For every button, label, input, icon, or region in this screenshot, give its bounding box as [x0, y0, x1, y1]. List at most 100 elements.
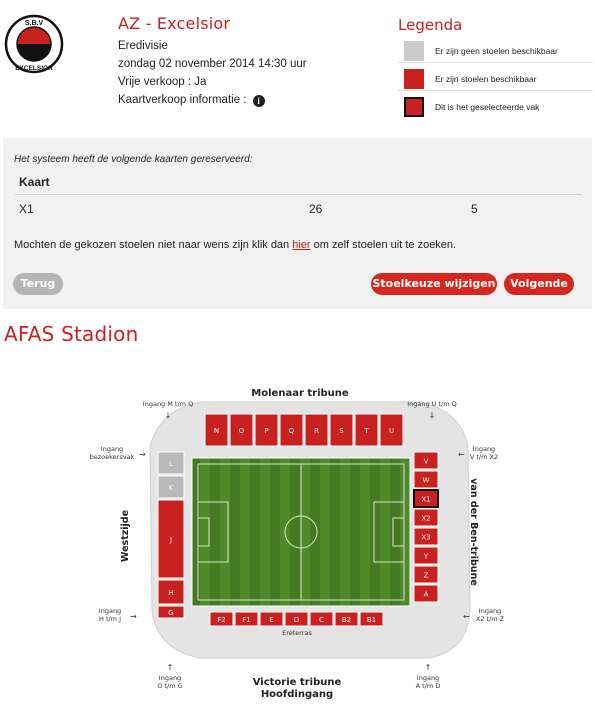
reservation-column-header: Kaart — [19, 175, 50, 189]
section-u[interactable]: U — [379, 413, 404, 447]
section-c[interactable]: C — [309, 611, 334, 627]
section-label: K — [169, 484, 174, 492]
reservation-intro: Het systeem heeft de volgende kaarten ge… — [14, 154, 253, 165]
section-label: U — [389, 427, 394, 435]
section-label: B2 — [342, 616, 351, 624]
match-title: AZ - Excelsior — [118, 14, 231, 33]
legend-item-unavailable: Er zijn geen stoelen beschikbaar — [398, 41, 593, 63]
section-l[interactable]: L — [157, 451, 185, 475]
section-y[interactable]: Y — [413, 546, 439, 565]
match-competition: Eredivisie — [118, 40, 168, 52]
club-logo: S.B.V EXCELSIOR — [4, 14, 64, 74]
section-label: H — [168, 589, 173, 597]
section-a[interactable]: A — [413, 584, 439, 603]
north-tribune-label: Molenaar tribune — [251, 388, 349, 399]
entrance-label: V t/m X2 — [470, 453, 498, 461]
section-q[interactable]: Q — [279, 413, 304, 447]
section-label: F1 — [242, 616, 250, 624]
section-t[interactable]: T — [354, 413, 379, 447]
entrance-label: X2 t/m Z — [476, 615, 505, 623]
south-tribune-label: Victorie tribune — [253, 677, 342, 688]
entrance-label: Ingang M t/m Q — [143, 400, 193, 408]
section-g[interactable]: G — [157, 605, 185, 619]
section-z[interactable]: Z — [413, 565, 439, 584]
section-b2[interactable]: B2 — [334, 611, 359, 627]
reservation-row: 26 — [309, 202, 323, 216]
section-e[interactable]: E — [259, 611, 284, 627]
section-label: W — [423, 477, 430, 485]
arrow-icon: ↑ — [167, 663, 174, 672]
choose-seats-link[interactable]: hier — [292, 239, 310, 251]
section-b1[interactable]: B1 — [359, 611, 384, 627]
entrance-label: O t/m G — [157, 682, 182, 690]
reservation-panel: Het systeem heeft de volgende kaarten ge… — [3, 138, 592, 309]
section-d[interactable]: D — [284, 611, 309, 627]
section-label: A — [424, 591, 429, 599]
section-label: P — [264, 427, 268, 435]
section-label: X2 — [421, 515, 430, 523]
section-w[interactable]: W — [413, 470, 439, 489]
section-x2[interactable]: X2 — [413, 508, 439, 527]
entrance-label: Ingang — [159, 674, 181, 682]
section-label: S — [339, 427, 344, 435]
info-icon[interactable]: i — [252, 95, 265, 107]
note-text-before: Mochten de gekozen stoelen niet naar wen… — [14, 239, 293, 251]
match-sale: Vrije verkoop : Ja — [118, 76, 207, 88]
reservation-note: Mochten de gekozen stoelen niet naar wen… — [14, 239, 456, 251]
west-tribune-label: Westzijde — [120, 510, 131, 562]
stadium-title: AFAS Stadion — [4, 322, 139, 346]
arrow-icon: ↓ — [429, 411, 436, 420]
arrow-icon: ← — [458, 450, 465, 459]
arrow-icon: ← — [463, 612, 470, 621]
entrance-label: Ingang — [473, 445, 495, 453]
legend-label: Er zijn geen stoelen beschikbaar — [435, 46, 558, 56]
section-label: F2 — [217, 616, 225, 624]
section-x1[interactable]: X1 — [413, 489, 439, 508]
section-s[interactable]: S — [329, 413, 354, 447]
section-p[interactable]: P — [254, 413, 279, 447]
change-seats-button[interactable]: Stoelkeuze wijzigen — [371, 273, 497, 295]
divider — [15, 194, 582, 195]
main-entrance-label: Hoofdingang — [261, 689, 333, 700]
entrance-label: Ingang — [99, 607, 121, 615]
entrance-label: Ingang — [479, 607, 501, 615]
section-n[interactable]: N — [204, 413, 229, 447]
reservation-seat: 5 — [471, 202, 478, 216]
section-k[interactable]: K — [157, 475, 185, 499]
arrow-icon: ↓ — [165, 411, 172, 420]
section-label: T — [363, 427, 369, 435]
reservation-section: X1 — [19, 202, 34, 216]
back-button[interactable]: Terug — [13, 273, 63, 295]
west-stand: L K J H G — [157, 451, 185, 619]
legend-swatch-available — [404, 69, 424, 89]
section-h[interactable]: H — [157, 579, 185, 605]
next-button[interactable]: Volgende — [504, 273, 574, 295]
entrance-label: H t/m J — [99, 615, 121, 623]
section-label: J — [169, 536, 172, 544]
section-o[interactable]: O — [229, 413, 254, 447]
legend-label: Er zijn stoelen beschikbaar — [435, 74, 537, 84]
legend-item-available: Er zijn stoelen beschikbaar — [398, 69, 593, 91]
section-v[interactable]: V — [413, 451, 439, 470]
match-info: Kaartverkoop informatie : i — [118, 94, 265, 107]
arrow-icon: ↑ — [425, 663, 432, 672]
section-x3[interactable]: X3 — [413, 527, 439, 546]
section-label: X1 — [421, 496, 430, 504]
section-label: L — [169, 460, 173, 468]
legend-swatch-unavailable — [404, 41, 424, 61]
svg-text:S.B.V: S.B.V — [25, 20, 44, 27]
section-f2[interactable]: F2 — [209, 611, 234, 627]
section-f1[interactable]: F1 — [234, 611, 259, 627]
section-j[interactable]: J — [157, 499, 185, 579]
legend-swatch-selected — [404, 97, 424, 117]
section-label: Q — [289, 427, 295, 435]
stadium-svg: N O P Q R S T U V W X1 X2 X3 Y Z A L K J H G F2 F1 E D C B2 B1 M… — [90, 388, 505, 700]
section-label: C — [319, 616, 324, 624]
section-label: O — [239, 427, 245, 435]
section-label: V — [424, 458, 429, 466]
section-label: D — [294, 616, 299, 624]
legend-label: Dit is het geselecteerde vak — [435, 102, 540, 112]
south-stand: F2 F1 E D C B2 B1 — [209, 611, 384, 627]
section-label: G — [168, 609, 173, 617]
section-r[interactable]: R — [304, 413, 329, 447]
